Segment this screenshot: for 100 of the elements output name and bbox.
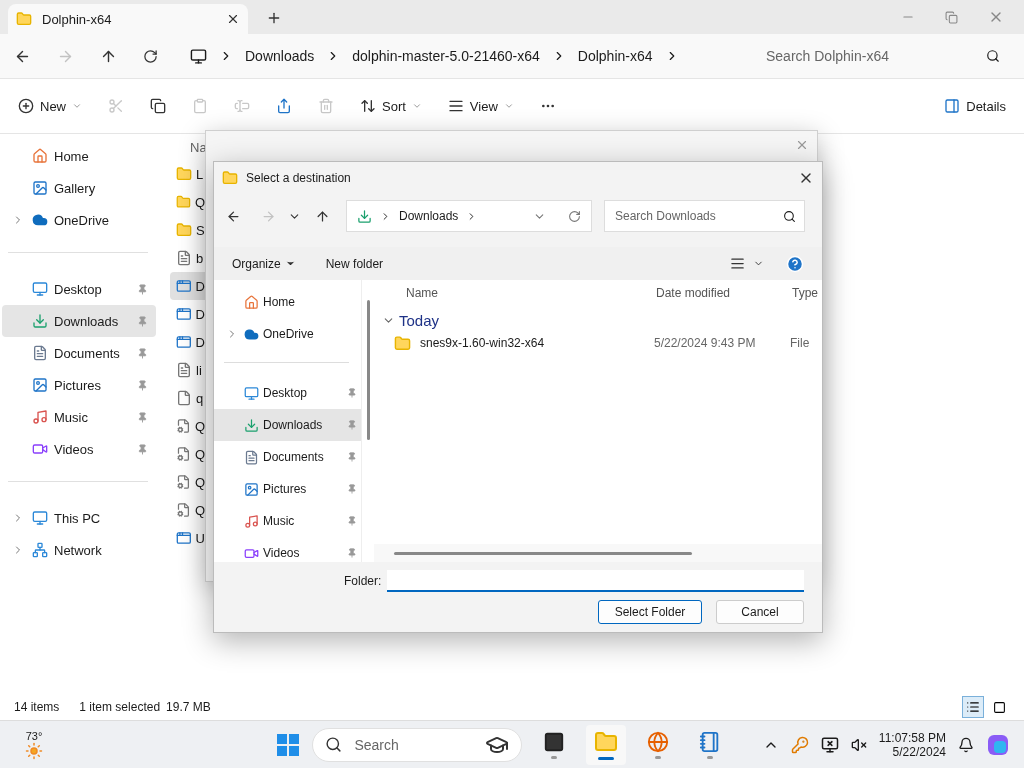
desktop-icon: [32, 281, 48, 297]
file-row[interactable]: Q: [170, 496, 205, 524]
file-row[interactable]: D: [170, 328, 205, 356]
folder-input[interactable]: [387, 570, 804, 592]
column-header[interactable]: Type: [790, 286, 822, 300]
command-button[interactable]: Organize: [232, 256, 296, 271]
pin-icon: [137, 315, 148, 327]
cancel-button[interactable]: Cancel: [716, 600, 804, 624]
taskbar-search[interactable]: Search: [352, 735, 476, 754]
folder-icon: [176, 166, 192, 182]
running-indicator: [655, 755, 662, 759]
file-row[interactable]: Q: [170, 412, 205, 440]
sidebar-item[interactable]: Network: [2, 534, 156, 566]
navigation-item[interactable]: Videos: [214, 537, 361, 562]
help-icon[interactable]: [786, 254, 804, 273]
select-folder-button[interactable]: Select Folder: [598, 600, 702, 624]
details-button[interactable]: Details: [944, 98, 1006, 114]
scrollbar-thumb[interactable]: [394, 551, 692, 555]
details-view-button[interactable]: [962, 696, 984, 718]
refresh-icon[interactable]: [568, 209, 581, 223]
file-row[interactable]: q: [170, 384, 205, 412]
cloud-icon: [244, 326, 259, 342]
network-status-icon[interactable]: [820, 735, 839, 754]
mute-icon[interactable]: [850, 736, 867, 753]
sort-button[interactable]: Sort: [360, 98, 422, 114]
copy-button[interactable]: [150, 98, 166, 114]
navigation-item[interactable]: Home: [214, 286, 361, 318]
navigation-item[interactable]: Downloads: [214, 409, 361, 441]
selection-size: 19.7 MB: [166, 700, 211, 714]
search-field[interactable]: Search Dolphin-x64: [764, 47, 986, 65]
search-field[interactable]: Search Downloads: [613, 208, 783, 224]
key-icon[interactable]: [790, 735, 809, 754]
caret-icon: [411, 101, 422, 111]
file-row[interactable]: Q: [170, 468, 205, 496]
breadcrumb-item[interactable]: Dolphin-x64: [577, 48, 653, 64]
window-tab[interactable]: Dolphin-x64: [8, 4, 248, 34]
sidebar-item[interactable]: This PC: [2, 502, 156, 534]
refresh-button[interactable]: [143, 48, 158, 64]
navigation-item[interactable]: Music: [214, 505, 361, 537]
restore-icon: [945, 10, 958, 24]
new-tab-button[interactable]: [266, 10, 282, 26]
close-tab-button[interactable]: [226, 12, 240, 26]
plus-icon: [18, 98, 34, 114]
sidebar-item[interactable]: Pictures: [2, 369, 156, 401]
view-menu-button[interactable]: [730, 256, 764, 271]
back-button[interactable]: [226, 208, 241, 224]
weather-widget[interactable]: 73°: [14, 729, 54, 760]
sidebar-item[interactable]: Home: [2, 140, 156, 172]
scrollbar-thumb[interactable]: [366, 300, 370, 440]
sidebar-item[interactable]: Desktop: [2, 273, 156, 305]
sidebar-item[interactable]: Downloads: [2, 305, 156, 337]
file-row[interactable]: D: [170, 272, 205, 300]
file-row[interactable]: Q: [170, 188, 205, 216]
group-header[interactable]: Today: [374, 306, 822, 329]
file-row[interactable]: D: [170, 300, 205, 328]
navigation-item[interactable]: Documents: [214, 441, 361, 473]
up-button[interactable]: [315, 208, 330, 224]
breadcrumb-item[interactable]: dolphin-master-5.0-21460-x64: [352, 48, 540, 64]
taskbar-search-box[interactable]: Search: [312, 727, 523, 762]
pin-icon: [347, 452, 357, 462]
application-icon: [176, 530, 192, 546]
forward-icon: [261, 208, 276, 224]
back-icon: [226, 208, 241, 224]
file-row[interactable]: L: [170, 160, 205, 188]
details-pane-icon: [944, 98, 961, 114]
gallery-icon: [32, 180, 48, 196]
restore-button[interactable]: [945, 9, 958, 25]
navigation-item[interactable]: OneDrive: [214, 318, 361, 350]
file-row[interactable]: Q: [170, 440, 205, 468]
navigation-item[interactable]: Pictures: [214, 473, 361, 505]
address-bar[interactable]: Downloads: [346, 200, 592, 232]
view-button[interactable]: View: [447, 98, 514, 114]
breadcrumb-item[interactable]: Downloads: [399, 209, 459, 223]
sidebar-item[interactable]: Gallery: [2, 172, 156, 204]
sidebar-item[interactable]: OneDrive: [2, 204, 156, 236]
search-box[interactable]: Search Downloads: [604, 200, 805, 232]
sidebar-item[interactable]: Videos: [2, 433, 156, 465]
file-row[interactable]: U: [170, 524, 205, 552]
close-icon: [795, 138, 809, 152]
selection-info: 1 item selected: [79, 700, 161, 714]
bell-icon[interactable]: [958, 736, 974, 753]
command-button[interactable]: New folder: [325, 256, 384, 271]
breadcrumb-item[interactable]: Downloads: [245, 48, 315, 64]
clock[interactable]: 11:07:58 PM 5/22/2024: [878, 730, 946, 759]
file-row[interactable]: S: [170, 216, 205, 244]
sidebar-item[interactable]: Documents: [2, 337, 156, 369]
application-icon: [176, 334, 192, 350]
item-count: 14 items: [14, 700, 60, 714]
file-row[interactable]: li: [170, 356, 205, 384]
new-button[interactable]: New: [18, 98, 82, 114]
navigation-item[interactable]: Desktop: [214, 377, 361, 409]
type-cell-text: File: [790, 336, 811, 350]
sidebar-item[interactable]: Music: [2, 401, 156, 433]
caret-icon: [503, 101, 514, 111]
column-header[interactable]: Date modified: [654, 286, 790, 300]
tab-title: Dolphin-x64: [42, 11, 113, 27]
column-header[interactable]: Name: [404, 286, 654, 300]
file-name[interactable]: snes9x-1.60-win32-x64: [420, 336, 654, 350]
file-row[interactable]: b: [170, 244, 205, 272]
share-button[interactable]: [276, 98, 292, 114]
